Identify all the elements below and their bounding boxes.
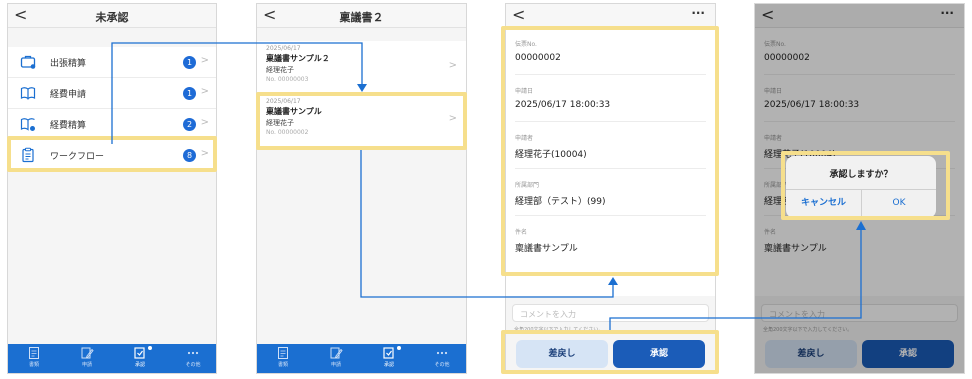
field-application-date: 申請日 2025/06/17 18:00:33 <box>515 75 706 122</box>
screen-approve-confirm: < ··· 伝票No. 00000002 申請日 2025/06/17 18:0… <box>754 3 965 374</box>
dialog-ok-button[interactable]: OK <box>862 189 936 218</box>
menu-item-label: 経費申請 <box>50 90 87 100</box>
chevron-right-icon: > <box>200 55 209 66</box>
notification-dot <box>397 346 401 350</box>
tab-label: 書類 <box>277 362 288 368</box>
field-applicant: 申請者 経理花子(10004) <box>515 122 706 169</box>
count-badge: 2 <box>183 118 196 131</box>
list-item[interactable]: 2025/06/17 稟議書サンプル２ 経理花子 No. 00000003 > <box>257 41 466 94</box>
document-icon <box>278 347 288 359</box>
field-department: 所属部門 経理部（テスト）(99) <box>515 169 706 216</box>
menu-item-business-trip[interactable]: 出張精算 1 > <box>8 47 216 78</box>
briefcase-icon <box>20 55 36 69</box>
tab-other[interactable]: その他 <box>422 346 462 368</box>
field-label: 件名 <box>515 229 528 236</box>
tab-label: 申請 <box>330 362 341 368</box>
nav-bar: < ··· <box>506 4 715 28</box>
screen-ringi-list: < 稟議書２ 2025/06/17 稟議書サンプル２ 経理花子 No. 0000… <box>256 3 467 374</box>
menu-item-expense-request[interactable]: 経費申請 1 > <box>8 78 216 109</box>
list-item[interactable]: 2025/06/17 稟議書サンプル 経理花子 No. 00000002 > <box>257 94 466 147</box>
tab-approval[interactable]: 承認 <box>120 346 160 368</box>
nav-bar: < 稟議書２ <box>257 4 466 28</box>
field-label: 所属部門 <box>515 182 540 189</box>
more-icon <box>187 351 199 355</box>
book-settle-icon <box>20 118 35 131</box>
count-badge: 8 <box>183 149 196 162</box>
field-label: 申請日 <box>515 88 534 95</box>
back-button[interactable]: < <box>512 5 525 24</box>
count-badge: 1 <box>183 56 196 69</box>
tab-bar: 書類 申請 承認 その他 <box>257 344 466 373</box>
send-back-button[interactable]: 差戻し <box>516 340 608 368</box>
pen-icon <box>81 347 94 359</box>
tab-approval[interactable]: 承認 <box>369 346 409 368</box>
clipboard-icon <box>22 147 34 163</box>
menu-item-label: 出張精算 <box>50 59 87 69</box>
tab-label: 承認 <box>134 362 145 368</box>
comment-input[interactable]: コメントを入力 <box>512 304 709 322</box>
chevron-right-icon: > <box>200 86 209 97</box>
comment-placeholder: コメントを入力 <box>520 310 576 319</box>
doc-number: No. 00000003 <box>266 76 309 83</box>
page-title: 未承認 <box>95 11 129 24</box>
comment-hint: 全角200文字以下で入力してください。 <box>514 327 604 333</box>
book-icon <box>20 87 36 100</box>
field-subject: 件名 稟議書サンプル <box>515 216 706 263</box>
tab-documents[interactable]: 書類 <box>14 346 54 368</box>
more-icon <box>436 351 448 355</box>
nav-bar: < 未承認 <box>8 4 216 28</box>
doc-date: 2025/06/17 <box>266 45 301 52</box>
tab-request[interactable]: 申請 <box>67 346 107 368</box>
detail-fields: 伝票No. 00000002 申請日 2025/06/17 18:00:33 申… <box>506 28 715 296</box>
field-value: 稟議書サンプル <box>515 244 578 254</box>
field-label: 申請者 <box>515 135 534 142</box>
field-value: 経理花子(10004) <box>515 150 587 160</box>
dialog-cancel-button[interactable]: キャンセル <box>786 189 861 218</box>
document-list: 2025/06/17 稟議書サンプル２ 経理花子 No. 00000003 > … <box>257 41 466 147</box>
field-label: 伝票No. <box>515 41 537 48</box>
menu-item-expense-settlement[interactable]: 経費精算 2 > <box>8 109 216 140</box>
menu-item-label: ワークフロー <box>50 152 105 162</box>
tab-label: 申請 <box>81 362 92 368</box>
document-icon <box>29 347 39 359</box>
chevron-right-icon: > <box>200 148 209 159</box>
tab-label: その他 <box>434 362 450 368</box>
doc-date: 2025/06/17 <box>266 98 301 105</box>
tab-label: 承認 <box>383 362 394 368</box>
field-slip-no: 伝票No. 00000002 <box>515 28 706 75</box>
doc-applicant: 経理花子 <box>266 66 294 74</box>
menu-item-label: 経費精算 <box>50 121 87 131</box>
approval-category-list: 出張精算 1 > 経費申請 1 > 経費精算 2 > ワークフロー 8 > <box>8 47 216 171</box>
tab-label: その他 <box>185 362 201 368</box>
tab-other[interactable]: その他 <box>173 346 213 368</box>
doc-applicant: 経理花子 <box>266 119 294 127</box>
notification-dot <box>148 346 152 350</box>
tab-bar: 書類 申請 承認 その他 <box>8 344 216 373</box>
tab-label: 書類 <box>28 362 39 368</box>
count-badge: 1 <box>183 87 196 100</box>
menu-item-workflow[interactable]: ワークフロー 8 > <box>8 140 216 171</box>
chevron-right-icon: > <box>200 117 209 128</box>
doc-title: 稟議書サンプル <box>266 107 322 116</box>
approve-icon <box>383 347 394 359</box>
pen-icon <box>330 347 343 359</box>
chevron-right-icon: > <box>448 60 457 71</box>
chevron-right-icon: > <box>448 113 457 124</box>
more-menu-button[interactable]: ··· <box>691 6 705 20</box>
field-value: 00000002 <box>515 53 561 63</box>
field-value: 2025/06/17 18:00:33 <box>515 100 611 110</box>
tab-documents[interactable]: 書類 <box>263 346 303 368</box>
field-value: 経理部（テスト）(99) <box>515 197 606 207</box>
page-title: 稟議書２ <box>339 11 384 24</box>
screen-unapproved: < 未承認 出張精算 1 > 経費申請 1 > 経費精算 2 > ワークフロー … <box>7 3 217 374</box>
approve-button[interactable]: 承認 <box>613 340 705 368</box>
approve-confirm-dialog: 承認しますか？ キャンセル OK <box>786 156 936 218</box>
dialog-title: 承認しますか？ <box>829 170 893 180</box>
doc-title: 稟議書サンプル２ <box>266 54 330 63</box>
doc-number: No. 00000002 <box>266 129 309 136</box>
screen-document-detail: < ··· 伝票No. 00000002 申請日 2025/06/17 18:0… <box>505 3 716 374</box>
approve-icon <box>134 347 145 359</box>
tab-request[interactable]: 申請 <box>316 346 356 368</box>
